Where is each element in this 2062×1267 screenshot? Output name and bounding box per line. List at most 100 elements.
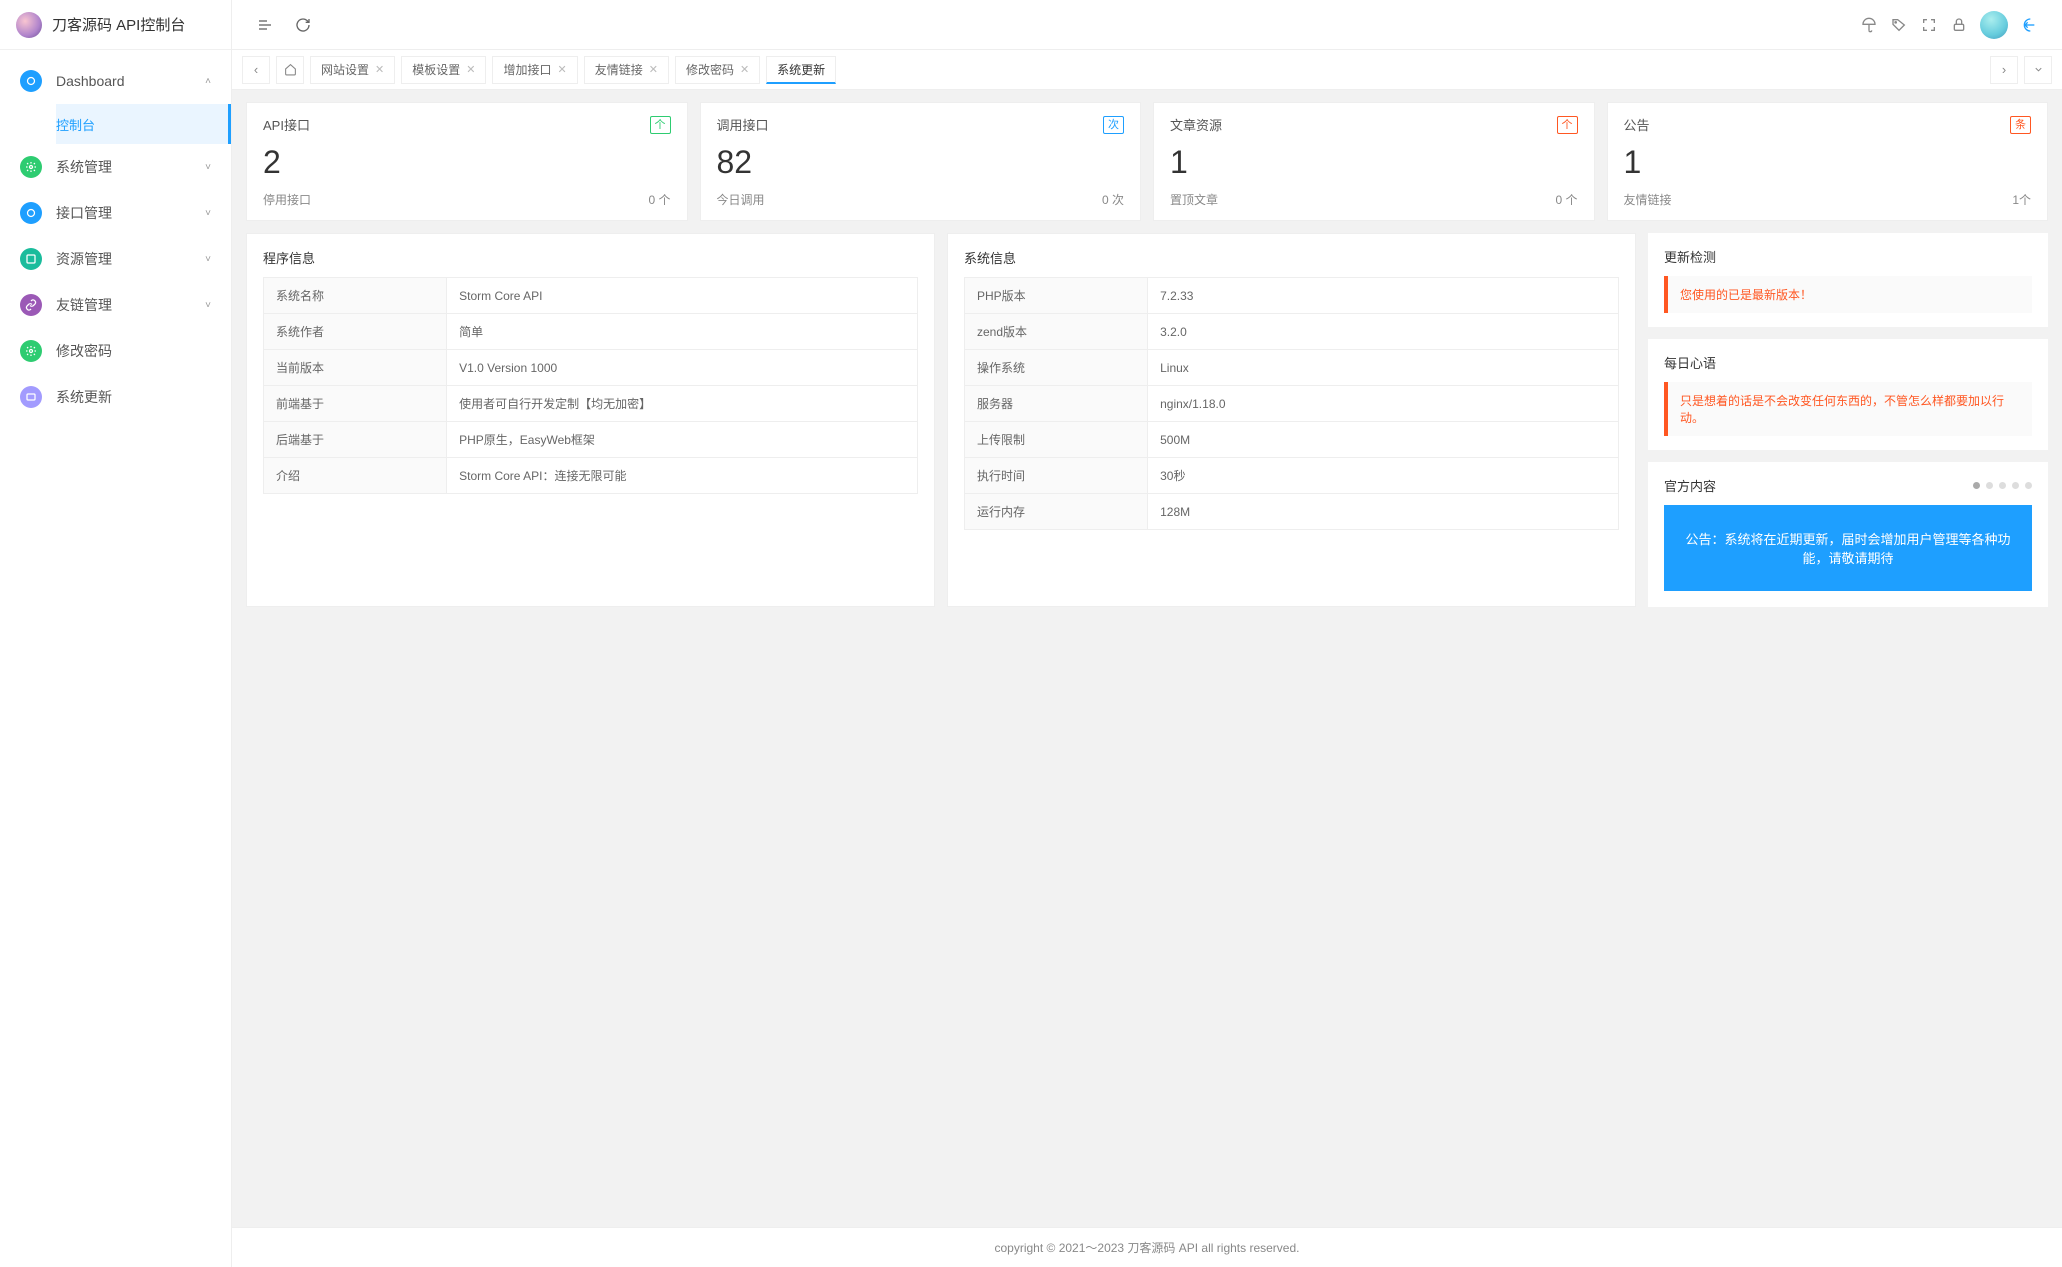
sidebar-item-3[interactable]: 资源管理˅ bbox=[0, 236, 231, 282]
menu-label: 修改密码 bbox=[56, 341, 211, 361]
table-value: Storm Core API：连接无限可能 bbox=[447, 458, 918, 494]
menu-label: 友链管理 bbox=[56, 295, 205, 315]
table-row: zend版本3.2.0 bbox=[965, 314, 1619, 350]
refresh-icon[interactable] bbox=[288, 10, 318, 40]
table-key: 当前版本 bbox=[264, 350, 447, 386]
table-row: 后端基于PHP原生，EasyWeb框架 bbox=[264, 422, 918, 458]
table-key: 操作系统 bbox=[965, 350, 1148, 386]
table-row: 上传限制500M bbox=[965, 422, 1619, 458]
sidebar-item-0[interactable]: Dashboard˄ bbox=[0, 58, 231, 104]
table-key: 前端基于 bbox=[264, 386, 447, 422]
footer-text: copyright © 2021～2023 刀客源码 API all right… bbox=[995, 1239, 1300, 1256]
stat-badge: 条 bbox=[2010, 116, 2031, 134]
umbrella-icon[interactable] bbox=[1854, 10, 1884, 40]
table-key: 执行时间 bbox=[965, 458, 1148, 494]
logout-icon[interactable] bbox=[2014, 10, 2044, 40]
logo-row: 刀客源码 API控制台 bbox=[0, 0, 231, 50]
table-value: 简单 bbox=[447, 314, 918, 350]
tab-label: 增加接口 bbox=[503, 61, 551, 78]
content-area: API接口个2停用接口0 个调用接口次82今日调用0 次文章资源个1置顶文章0 … bbox=[232, 90, 2062, 1227]
table-value: 使用者可自行开发定制【均无加密】 bbox=[447, 386, 918, 422]
sidebar-subitem[interactable]: 控制台 bbox=[56, 104, 231, 144]
app-title: 刀客源码 API控制台 bbox=[52, 14, 185, 35]
sidebar-item-2[interactable]: 接口管理˅ bbox=[0, 190, 231, 236]
tab-0[interactable]: 网站设置 ✕ bbox=[310, 56, 395, 84]
stat-card-3: 公告条1友情链接1个 bbox=[1607, 102, 2049, 221]
table-value: Storm Core API bbox=[447, 278, 918, 314]
tab-label: 网站设置 bbox=[321, 61, 369, 78]
system-info-table: PHP版本7.2.33zend版本3.2.0操作系统Linux服务器nginx/… bbox=[964, 277, 1619, 530]
tab-prev-button[interactable]: ‹ bbox=[242, 56, 270, 84]
close-icon[interactable]: ✕ bbox=[466, 63, 475, 76]
fullscreen-icon[interactable] bbox=[1914, 10, 1944, 40]
menu-label: 接口管理 bbox=[56, 203, 205, 223]
tab-home-button[interactable] bbox=[276, 56, 304, 84]
stat-sub-value: 0 个 bbox=[1555, 191, 1577, 208]
tab-bar: ‹ 网站设置✕模板设置✕增加接口✕友情链接✕修改密码✕系统更新 › bbox=[232, 50, 2062, 90]
menu-label: 系统管理 bbox=[56, 157, 205, 177]
table-value: Linux bbox=[1148, 350, 1619, 386]
tab-2[interactable]: 增加接口 ✕ bbox=[492, 56, 577, 84]
menu-label: 系统更新 bbox=[56, 387, 211, 407]
stat-sub-label: 置顶文章 bbox=[1170, 191, 1218, 208]
user-avatar[interactable] bbox=[1980, 11, 2008, 39]
table-row: 系统名称Storm Core API bbox=[264, 278, 918, 314]
stat-title: API接口 bbox=[263, 115, 310, 134]
tab-3[interactable]: 友情链接✕ bbox=[584, 56, 669, 84]
tab-label: 修改密码 bbox=[686, 61, 734, 78]
stat-sub-value: 0 次 bbox=[1102, 191, 1124, 208]
chevron-down-icon: ˅ bbox=[205, 208, 211, 219]
close-icon[interactable]: ✕ bbox=[740, 63, 749, 76]
toggle-sidebar-icon[interactable] bbox=[250, 10, 280, 40]
stat-sub-value: 0 个 bbox=[648, 191, 670, 208]
sidebar-item-1[interactable]: 系统管理˅ bbox=[0, 144, 231, 190]
table-key: zend版本 bbox=[965, 314, 1148, 350]
close-icon[interactable]: ✕ bbox=[375, 63, 384, 76]
table-value: 500M bbox=[1148, 422, 1619, 458]
program-info-card: 程序信息 系统名称Storm Core API系统作者简单当前版本V1.0 Ve… bbox=[246, 233, 935, 607]
tab-5[interactable]: 系统更新 bbox=[766, 56, 836, 84]
official-title: 官方内容 bbox=[1664, 476, 1716, 495]
table-key: 介绍 bbox=[264, 458, 447, 494]
stat-title: 公告 bbox=[1624, 115, 1650, 134]
menu-icon bbox=[20, 386, 42, 408]
tab-4[interactable]: 修改密码 ✕ bbox=[675, 56, 760, 84]
sidebar-item-6[interactable]: 系统更新 bbox=[0, 374, 231, 420]
lock-icon[interactable] bbox=[1944, 10, 1974, 40]
table-row: 当前版本V1.0 Version 1000 bbox=[264, 350, 918, 386]
stat-value: 2 bbox=[263, 144, 671, 181]
tab-1[interactable]: 模板设置 ✕ bbox=[401, 56, 486, 84]
table-row: 服务器nginx/1.18.0 bbox=[965, 386, 1619, 422]
stat-badge: 个 bbox=[650, 116, 671, 134]
chevron-down-icon: ˅ bbox=[205, 300, 211, 311]
table-value: 3.2.0 bbox=[1148, 314, 1619, 350]
sidebar: 刀客源码 API控制台 Dashboard˄控制台系统管理˅接口管理˅资源管理˅… bbox=[0, 0, 232, 1267]
program-info-table: 系统名称Storm Core API系统作者简单当前版本V1.0 Version… bbox=[263, 277, 918, 494]
tab-next-button[interactable]: › bbox=[1990, 56, 2018, 84]
chevron-down-icon: ˅ bbox=[205, 162, 211, 173]
table-key: 后端基于 bbox=[264, 422, 447, 458]
sidebar-item-4[interactable]: 友链管理˅ bbox=[0, 282, 231, 328]
table-value: nginx/1.18.0 bbox=[1148, 386, 1619, 422]
menu-icon bbox=[20, 156, 42, 178]
daily-quote-title: 每日心语 bbox=[1664, 353, 2032, 372]
table-key: 系统名称 bbox=[264, 278, 447, 314]
system-info-title: 系统信息 bbox=[964, 248, 1619, 267]
stat-title: 调用接口 bbox=[717, 115, 769, 134]
stat-sub-value: 1个 bbox=[2012, 191, 2031, 208]
close-icon[interactable]: ✕ bbox=[557, 63, 566, 76]
tag-icon[interactable] bbox=[1884, 10, 1914, 40]
stat-sub-label: 今日调用 bbox=[717, 191, 765, 208]
tab-menu-button[interactable] bbox=[2024, 56, 2052, 84]
table-row: 前端基于使用者可自行开发定制【均无加密】 bbox=[264, 386, 918, 422]
official-panel: 官方内容 公告：系统将在近期更新，届时会增加用户管理等各种功能，请敬请期待 bbox=[1648, 462, 2048, 607]
update-check-message: 您使用的已是最新版本！ bbox=[1664, 276, 2032, 313]
stat-card-2: 文章资源个1置顶文章0 个 bbox=[1153, 102, 1595, 221]
sidebar-item-5[interactable]: 修改密码 bbox=[0, 328, 231, 374]
footer: copyright © 2021～2023 刀客源码 API all right… bbox=[232, 1227, 2062, 1267]
tab-label: 模板设置 bbox=[412, 61, 460, 78]
table-key: 服务器 bbox=[965, 386, 1148, 422]
table-value: V1.0 Version 1000 bbox=[447, 350, 918, 386]
close-icon[interactable]: ✕ bbox=[649, 63, 658, 76]
carousel-dots[interactable] bbox=[1973, 482, 2032, 489]
